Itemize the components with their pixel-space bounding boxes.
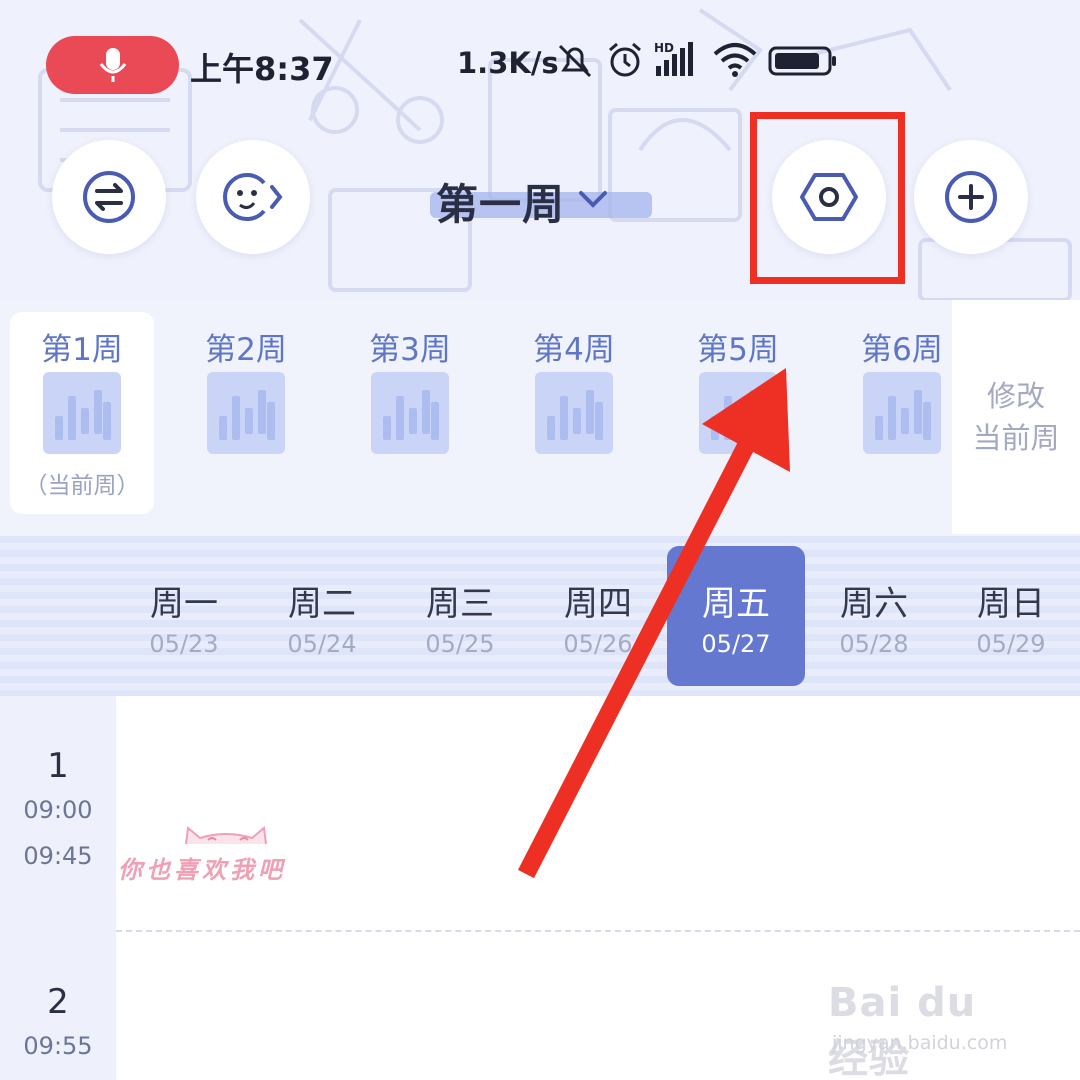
face-icon xyxy=(223,173,283,221)
annotation-highlight-box xyxy=(750,112,905,284)
week-label: 第4周 xyxy=(533,332,615,368)
week-thumbnail xyxy=(43,372,121,454)
swap-icon xyxy=(83,171,135,223)
signal-hd-icon: HD xyxy=(654,41,693,76)
status-time: 上午8:37 xyxy=(190,50,334,88)
week-item-4[interactable]: 第4周 xyxy=(502,312,646,514)
edit-current-week-button[interactable]: 修改 当前周 xyxy=(952,300,1080,534)
week-thumbnail xyxy=(699,372,777,454)
edit-week-label: 修改 当前周 xyxy=(970,375,1062,459)
recording-indicator[interactable] xyxy=(46,36,179,94)
edit-week-line2: 当前周 xyxy=(972,421,1060,455)
wifi-icon xyxy=(713,43,757,77)
day-date: 05/25 xyxy=(425,630,495,658)
week-item-3[interactable]: 第3周 xyxy=(338,312,482,514)
week-item-2[interactable]: 第2周 xyxy=(174,312,318,514)
period-divider xyxy=(116,930,1080,932)
day-name: 周四 xyxy=(564,584,632,624)
chart-bars-icon xyxy=(55,390,111,440)
day-name: 周二 xyxy=(288,584,356,624)
network-speed: 1.3K/s xyxy=(457,46,559,80)
add-icon xyxy=(945,171,997,223)
day-tuesday[interactable]: 周二 05/24 xyxy=(253,546,391,686)
day-date: 05/24 xyxy=(287,630,357,658)
week-label: 第2周 xyxy=(205,332,287,368)
chart-bars-icon xyxy=(875,390,931,440)
add-button[interactable] xyxy=(914,140,1028,254)
week-strip: 第1周 （当前周） 第2周 第3周 第4周 第5周 第6周 xyxy=(0,300,1080,536)
week-label: 第3周 xyxy=(369,332,451,368)
day-date: 05/26 xyxy=(563,630,633,658)
week-label: 第5周 xyxy=(697,332,779,368)
period-end: 09:45 xyxy=(23,842,93,870)
face-button[interactable] xyxy=(196,140,310,254)
watermark-logo: Bai du 经验 xyxy=(828,980,977,1080)
chevron-down-icon xyxy=(579,191,608,208)
day-monday[interactable]: 周一 05/23 xyxy=(115,546,253,686)
battery-icon xyxy=(768,46,836,76)
period-start: 09:00 xyxy=(23,796,93,824)
cat-sticker: 你也喜欢我吧 xyxy=(112,818,312,888)
week-label: 第1周 xyxy=(41,332,123,368)
edit-week-line1: 修改 xyxy=(986,379,1045,413)
day-date: 05/23 xyxy=(149,630,219,658)
bell-off-icon xyxy=(558,44,592,78)
chart-bars-icon xyxy=(383,390,439,440)
day-name: 周一 xyxy=(150,584,218,624)
day-name: 周五 xyxy=(702,584,770,624)
page-title: 第一周 xyxy=(436,179,566,229)
alarm-icon xyxy=(609,42,641,77)
week-thumbnail xyxy=(207,372,285,454)
period-column: 1 09:00 09:45 2 09:55 xyxy=(0,696,116,1080)
period-1: 1 09:00 09:45 xyxy=(0,746,116,870)
period-number: 1 xyxy=(47,746,69,786)
day-name: 周六 xyxy=(840,584,908,624)
week-item-1[interactable]: 第1周 （当前周） xyxy=(10,312,154,514)
week-item-5[interactable]: 第5周 xyxy=(666,312,810,514)
microphone-icon xyxy=(99,48,126,82)
day-friday[interactable]: 周五 05/27 xyxy=(667,546,805,686)
swap-button[interactable] xyxy=(52,140,166,254)
period-number: 2 xyxy=(47,982,69,1022)
day-saturday[interactable]: 周六 05/28 xyxy=(805,546,943,686)
chart-bars-icon xyxy=(547,390,603,440)
day-date: 05/27 xyxy=(701,630,771,658)
baidu-watermark: Bai du 经验 jingyan.baidu.com xyxy=(828,960,1028,1080)
current-week-note: （当前周） xyxy=(24,473,140,499)
day-name: 周日 xyxy=(977,584,1045,624)
day-date: 05/28 xyxy=(839,630,909,658)
svg-text:HD: HD xyxy=(654,41,674,55)
chart-bars-icon xyxy=(219,390,275,440)
day-name: 周三 xyxy=(426,584,494,624)
day-wednesday[interactable]: 周三 05/25 xyxy=(391,546,529,686)
period-2: 2 09:55 xyxy=(0,982,116,1060)
week-thumbnail xyxy=(535,372,613,454)
week-thumbnail xyxy=(371,372,449,454)
day-sunday[interactable]: 周日 05/29 xyxy=(942,546,1080,686)
day-date: 05/29 xyxy=(976,630,1046,658)
day-header: 周一 05/23 周二 05/24 周三 05/25 周四 05/26 周五 0… xyxy=(0,536,1080,696)
chart-bars-icon xyxy=(711,390,767,440)
week-thumbnail xyxy=(863,372,941,454)
day-thursday[interactable]: 周四 05/26 xyxy=(529,546,667,686)
period-start: 09:55 xyxy=(23,1032,93,1060)
status-bar: 上午8:37 1.3K/s HD xyxy=(0,30,1080,102)
watermark-url: jingyan.baidu.com xyxy=(832,1032,1008,1054)
sticker-text: 你也喜欢我吧 xyxy=(118,856,286,884)
week-selector[interactable]: 第一周 xyxy=(430,166,652,236)
